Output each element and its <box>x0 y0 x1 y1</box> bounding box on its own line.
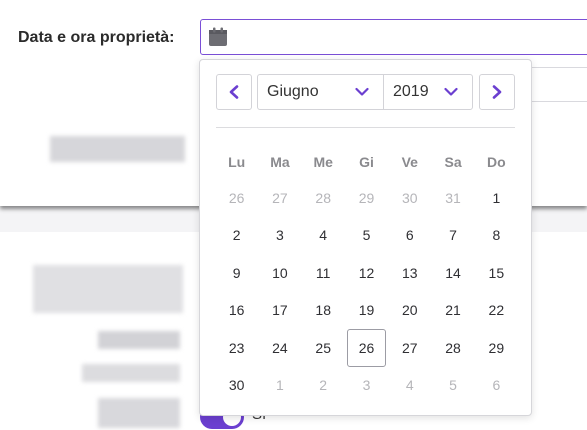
day-cell[interactable]: 6 <box>477 367 516 405</box>
blurred-label <box>98 398 180 428</box>
weekday-label: Sa <box>444 154 462 170</box>
day-cell[interactable]: 22 <box>477 292 516 330</box>
day-cell[interactable]: 15 <box>477 254 516 292</box>
day-cell[interactable]: 21 <box>433 292 472 330</box>
day-cell[interactable]: 25 <box>304 329 343 367</box>
month-select-value: Giugno <box>267 83 319 100</box>
blurred-label <box>98 331 180 349</box>
day-cell[interactable]: 7 <box>433 217 472 255</box>
month-select[interactable]: Giugno <box>257 74 384 110</box>
day-cell[interactable]: 11 <box>304 254 343 292</box>
year-select[interactable]: 2019 <box>383 74 473 110</box>
day-cell[interactable]: 29 <box>347 179 386 217</box>
day-cell[interactable]: 1 <box>260 367 299 405</box>
weekday-label: Do <box>487 154 506 170</box>
chevron-down-icon <box>444 87 458 96</box>
day-cell[interactable]: 9 <box>217 254 256 292</box>
day-cell[interactable]: 23 <box>217 329 256 367</box>
day-cell[interactable]: 30 <box>390 179 429 217</box>
day-cell[interactable]: 18 <box>304 292 343 330</box>
weekday-label: Me <box>313 154 333 170</box>
day-cell[interactable]: 3 <box>347 367 386 405</box>
day-cell[interactable]: 24 <box>260 329 299 367</box>
blurred-label <box>33 265 183 313</box>
calendar-icon[interactable] <box>208 27 228 47</box>
day-cell[interactable]: 31 <box>433 179 472 217</box>
day-cell[interactable]: 8 <box>477 217 516 255</box>
next-month-button[interactable] <box>479 74 515 110</box>
day-cell[interactable]: 28 <box>433 329 472 367</box>
chevron-down-icon <box>355 87 369 96</box>
day-cell[interactable]: 20 <box>390 292 429 330</box>
day-cell[interactable]: 2 <box>217 217 256 255</box>
weekday-label: Gi <box>359 154 374 170</box>
day-cell[interactable]: 6 <box>390 217 429 255</box>
day-cell[interactable]: 5 <box>433 367 472 405</box>
day-cell[interactable]: 4 <box>390 367 429 405</box>
blurred-label <box>82 364 180 382</box>
day-cell[interactable]: 13 <box>390 254 429 292</box>
chevron-left-icon <box>229 85 239 99</box>
year-select-value: 2019 <box>393 83 429 100</box>
day-cell[interactable]: 17 <box>260 292 299 330</box>
chevron-right-icon <box>492 85 502 99</box>
blurred-label <box>50 136 185 162</box>
day-cell[interactable]: 10 <box>260 254 299 292</box>
date-time-input[interactable] <box>200 19 587 55</box>
weekday-label: Ve <box>401 154 418 170</box>
day-cell[interactable]: 30 <box>217 367 256 405</box>
datepicker-popup: Giugno 2019 Lu Ma Me Gi Ve Sa Do 26 27 28 2… <box>199 59 532 416</box>
day-cell[interactable]: 27 <box>390 329 429 367</box>
day-cell[interactable]: 29 <box>477 329 516 367</box>
day-cell-current[interactable]: 26 <box>346 329 387 367</box>
day-cell[interactable]: 5 <box>347 217 386 255</box>
day-cell[interactable]: 3 <box>260 217 299 255</box>
day-cell[interactable]: 14 <box>433 254 472 292</box>
divider <box>216 127 515 128</box>
day-cell[interactable]: 28 <box>304 179 343 217</box>
day-cell[interactable]: 2 <box>304 367 343 405</box>
weekday-header: Lu Ma Me Gi Ve Sa Do <box>215 154 518 170</box>
day-cell[interactable]: 4 <box>304 217 343 255</box>
day-cell[interactable]: 16 <box>217 292 256 330</box>
day-cell[interactable]: 26 <box>217 179 256 217</box>
day-cell[interactable]: 12 <box>347 254 386 292</box>
day-cell[interactable]: 27 <box>260 179 299 217</box>
prev-month-button[interactable] <box>216 74 252 110</box>
day-cell[interactable]: 1 <box>477 179 516 217</box>
date-time-label: Data e ora proprietà: <box>18 29 175 46</box>
day-cell[interactable]: 19 <box>347 292 386 330</box>
weekday-label: Ma <box>270 154 290 170</box>
days-grid: 26 27 28 29 30 31 1 2 3 4 5 6 7 8 9 10 11 12 13 14 15 16 17 18 1… <box>215 179 518 404</box>
weekday-label: Lu <box>228 154 246 170</box>
